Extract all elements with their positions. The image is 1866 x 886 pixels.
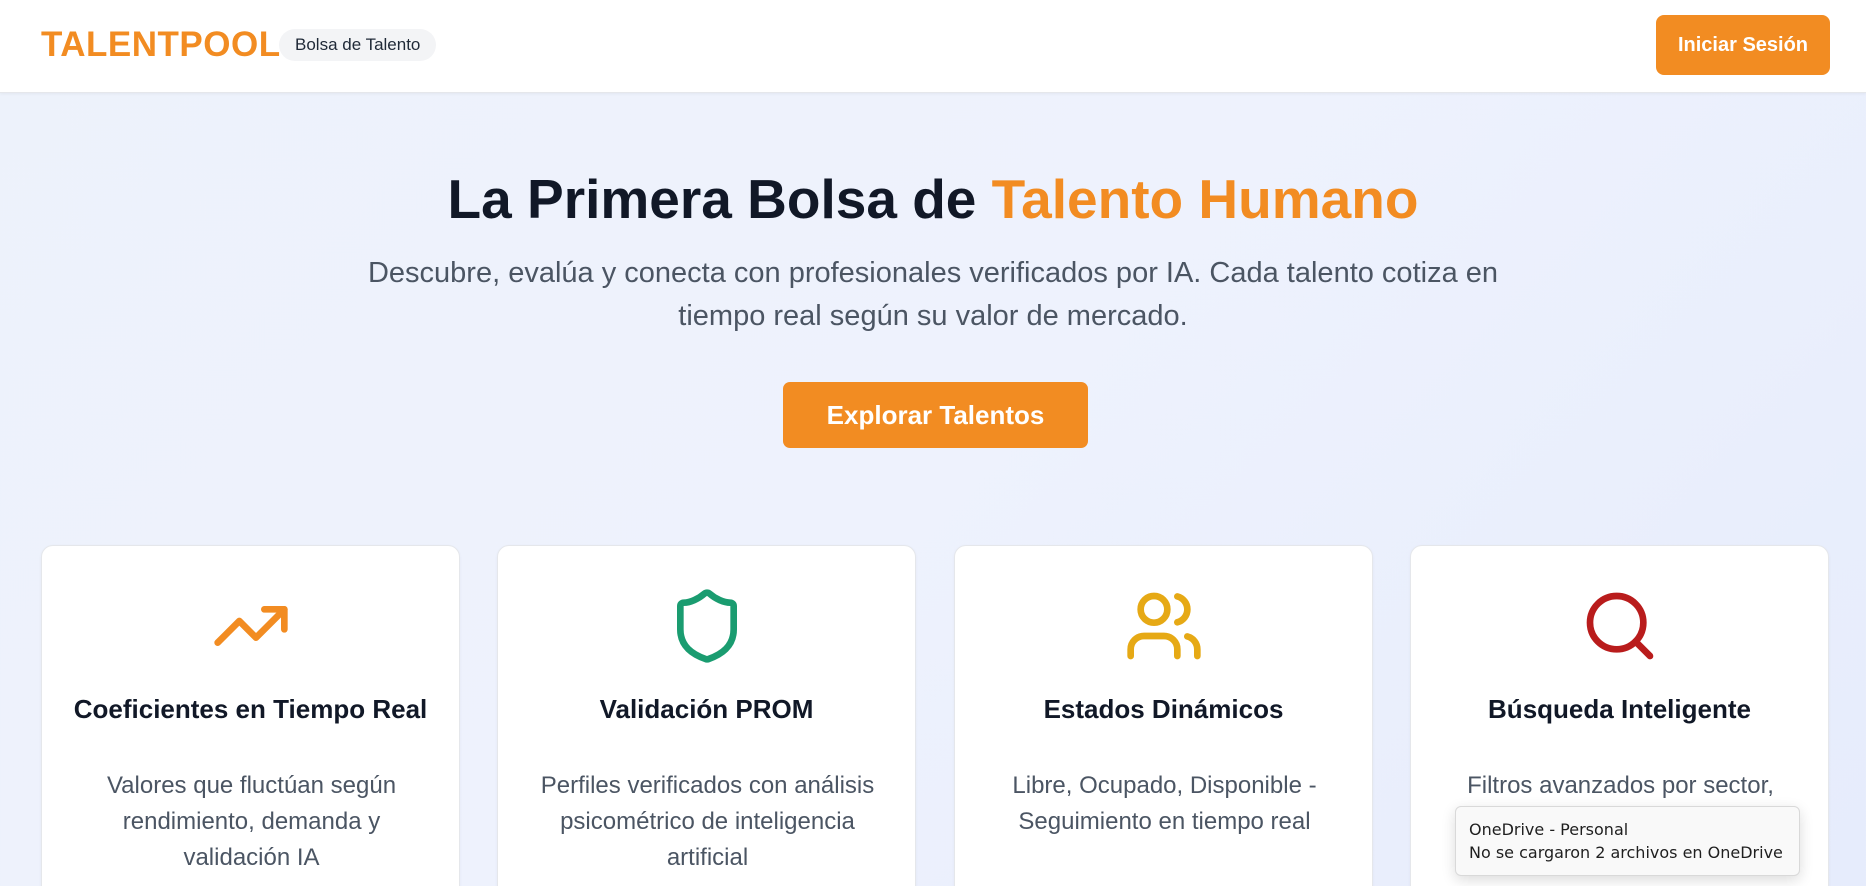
hero-title: La Primera Bolsa de Talento Humano: [0, 167, 1866, 231]
notification-title: OneDrive - Personal: [1469, 820, 1629, 839]
feature-card-states: Estados Dinámicos Libre, Ocupado, Dispon…: [954, 545, 1373, 886]
trending-up-icon: [42, 586, 459, 666]
feature-description: Filtros avanzados por sector,: [1467, 772, 1774, 799]
brand-badge: Bolsa de Talento: [279, 29, 437, 61]
feature-description: Perfiles verificados con análisis psicom…: [540, 772, 875, 871]
feature-card-validation: Validación PROM Perfiles verificados con…: [497, 545, 916, 886]
feature-title: Validación PROM: [599, 694, 814, 724]
feature-description: Valores que fluctúan según rendimiento, …: [106, 772, 397, 871]
feature-title: Estados Dinámicos: [1043, 694, 1284, 724]
hero-subtitle: Descubre, evalúa y conecta con profesion…: [367, 257, 1499, 332]
login-button[interactable]: Iniciar Sesión: [1656, 15, 1830, 75]
feature-card-realtime: Coeficientes en Tiempo Real Valores que …: [41, 545, 460, 886]
hero-title-accent: Talento Humano: [991, 168, 1419, 230]
brand-logo[interactable]: TALENTPOOL: [41, 25, 281, 65]
search-icon: [1411, 586, 1828, 666]
explore-talents-button[interactable]: Explorar Talentos: [783, 382, 1088, 448]
hero-title-main: La Primera Bolsa de: [447, 168, 992, 230]
feature-title: Búsqueda Inteligente: [1488, 694, 1751, 724]
onedrive-notification[interactable]: OneDrive - Personal No se cargaron 2 arc…: [1455, 806, 1800, 876]
feature-description: Libre, Ocupado, Disponible - Seguimiento…: [1012, 772, 1317, 835]
shield-icon: [498, 586, 915, 666]
feature-title: Coeficientes en Tiempo Real: [73, 694, 428, 724]
notification-message: No se cargaron 2 archivos en OneDrive: [1469, 843, 1783, 862]
top-navbar: TALENTPOOL Bolsa de Talento Iniciar Sesi…: [0, 0, 1866, 93]
users-icon: [955, 586, 1372, 666]
